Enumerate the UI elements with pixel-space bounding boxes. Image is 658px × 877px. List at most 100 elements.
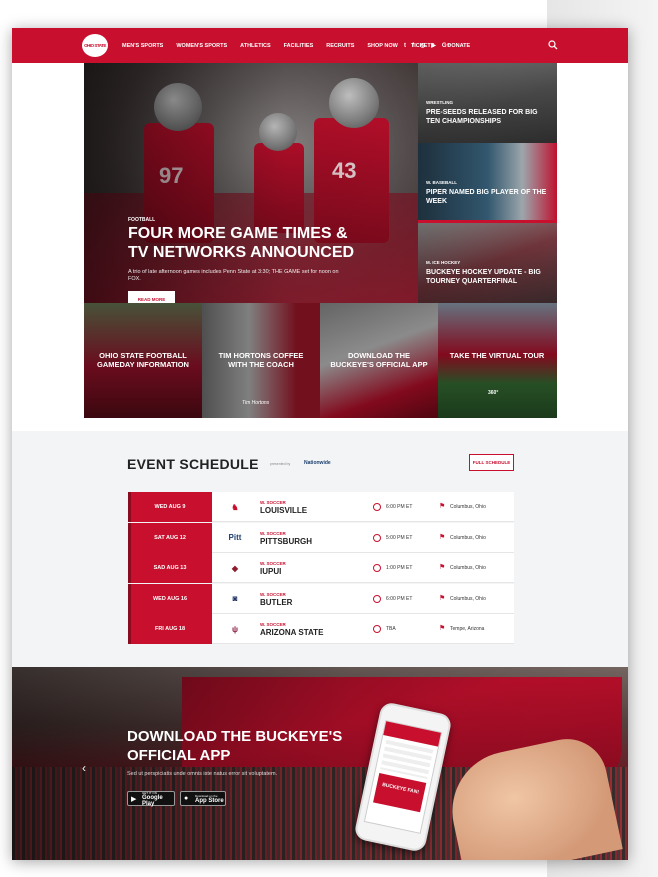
location-flag-icon: ⚑ — [439, 564, 446, 571]
side-story-category: WRESTLING — [426, 100, 453, 105]
nav-donate[interactable]: DONATE — [447, 43, 470, 49]
tile-virtual-tour[interactable]: TAKE THE VIRTUAL TOUR 360° — [438, 303, 557, 418]
ohio-state-logo[interactable]: OHIO STATE — [82, 34, 108, 57]
location-flag-icon: ⚑ — [439, 625, 446, 632]
app-promo-section: DOWNLOAD THE BUCKEYE'S OFFICIAL APP Sed … — [12, 667, 628, 860]
clock-icon — [373, 533, 381, 542]
facebook-icon[interactable]: f — [412, 43, 414, 49]
opponent-logo-icon: ◙ — [232, 594, 238, 603]
nav-womens-sports[interactable]: WOMEN'S SPORTS — [176, 43, 227, 49]
event-location: Columbus, Ohio — [450, 504, 486, 510]
event-sport: W. SOCCER — [260, 561, 286, 566]
event-time: 6:00 PM ET — [386, 504, 413, 510]
google-plus-icon[interactable]: G+ — [442, 43, 450, 49]
promo-title: DOWNLOAD THE BUCKEYE'S OFFICIAL APP — [127, 728, 343, 764]
tile-title: TIM HORTONS COFFEE WITH THE COACH — [218, 351, 304, 369]
event-sport: W. SOCCER — [260, 622, 286, 627]
event-opponent[interactable]: ARIZONA STATE — [260, 628, 323, 637]
event-location: Columbus, Ohio — [450, 595, 486, 602]
tile-title: TAKE THE VIRTUAL TOUR — [449, 351, 545, 360]
event-opponent[interactable]: PITTSBURGH — [260, 537, 312, 546]
side-story-title: PRE-SEEDS RELEASED FOR BIG TEN CHAMPIONS… — [426, 109, 538, 125]
side-story-title: BUCKEYE HOCKEY UPDATE - BIG TOURNEY QUAR… — [426, 269, 541, 285]
event-date: WED AUG 16 — [128, 583, 212, 614]
event-row[interactable]: FRI AUG 18 ψ W. SOCCER ARIZONA STATE TBA ⚑ Tem… — [128, 614, 514, 644]
tim-hortons-logo: Tim Hortons — [242, 400, 270, 406]
nav-recruits[interactable]: RECRUITS — [326, 43, 354, 49]
schedule-title: EVENT SCHEDULE — [127, 456, 259, 472]
event-date: SAT AUG 12 — [128, 522, 212, 553]
360-icon: 360° — [488, 390, 499, 396]
tile-title: OHIO STATE FOOTBALL GAMEDAY INFORMATION — [97, 351, 189, 369]
event-date: WED AUG 9 — [128, 492, 212, 522]
phone-screen: BUCKEYE FAN! — [363, 720, 443, 834]
website-page: OHIO STATE MEN'S SPORTS WOMEN'S SPORTS A… — [12, 28, 628, 860]
app-store-label: App Store — [195, 797, 224, 804]
clock-icon — [373, 503, 381, 511]
side-story-category: W. BASEBALL — [426, 180, 457, 185]
tile-app[interactable]: DOWNLOAD THE BUCKEYE'S OFFICIAL APP — [320, 303, 438, 418]
location-flag-icon: ⚑ — [439, 503, 446, 510]
promo-description: Sed ut perspiciatis unde omnis iste natu… — [127, 771, 278, 777]
nav-mens-sports[interactable]: MEN'S SPORTS — [122, 43, 163, 49]
twitter-icon[interactable]: t — [404, 43, 406, 49]
carousel-prev-arrow[interactable]: ‹ — [82, 761, 86, 775]
google-play-label: Google Play — [142, 794, 163, 807]
event-date: FRI AUG 18 — [128, 614, 212, 644]
event-location: Tempe, Arizona — [450, 626, 485, 632]
search-icon[interactable] — [548, 40, 558, 50]
instagram-icon[interactable]: ◎ — [420, 42, 425, 49]
side-story-hockey[interactable]: M. ICE HOCKEY BUCKEYE HOCKEY UPDATE - BI… — [418, 223, 557, 303]
hero-category: FOOTBALL — [128, 217, 156, 223]
nav-facilities[interactable]: FACILITIES — [284, 43, 314, 49]
nav-shop-now[interactable]: SHOP NOW — [367, 43, 397, 49]
event-row[interactable]: SAT AUG 12 Pitt W. SOCCER PITTSBURGH 5:00 PM… — [128, 522, 514, 553]
opponent-logo-icon: ψ — [231, 624, 239, 634]
event-row[interactable]: SAD AUG 13 ◆ W. SOCCER IUPUI 1:00 PM ET ⚑ Colu… — [128, 553, 514, 583]
app-store-button[interactable]: ● Download on the App Store — [180, 791, 226, 806]
opponent-logo-icon: ◆ — [231, 563, 239, 573]
hero-description: A trio of late afternoon games includes … — [128, 269, 339, 282]
top-nav: OHIO STATE MEN'S SPORTS WOMEN'S SPORTS A… — [12, 28, 628, 63]
event-opponent[interactable]: LOUISVILLE — [260, 506, 307, 515]
social-links: t f ◎ ▶ G+ — [404, 28, 450, 63]
full-schedule-button[interactable]: FULL SCHEDULE — [469, 454, 514, 471]
tile-title: DOWNLOAD THE BUCKEYE'S OFFICIAL APP — [330, 351, 428, 369]
nationwide-logo: Nationwide — [304, 460, 331, 466]
side-story-baseball[interactable]: W. BASEBALL PIPER NAMED BIG PLAYER OF TH… — [418, 143, 557, 223]
event-location: Columbus, Ohio — [450, 565, 486, 571]
read-more-button[interactable]: READ MORE — [128, 291, 175, 303]
opponent-logo-icon: ♞ — [231, 502, 239, 512]
event-sport: W. SOCCER — [260, 530, 286, 536]
location-flag-icon: ⚑ — [439, 594, 446, 602]
event-time: 5:00 PM ET — [386, 534, 413, 541]
side-story-category: M. ICE HOCKEY — [426, 260, 461, 265]
event-location: Columbus, Ohio — [450, 534, 486, 541]
tile-overlay — [438, 303, 557, 418]
event-time: 6:00 PM ET — [386, 595, 413, 602]
side-story-title: PIPER NAMED BIG PLAYER OF THE WEEK — [426, 189, 547, 205]
tile-tim-hortons[interactable]: TIM HORTONS COFFEE WITH THE COACH Tim Ho… — [202, 303, 320, 418]
apple-icon: ● — [184, 795, 189, 802]
event-sport: W. SOCCER — [260, 500, 286, 505]
event-row[interactable]: WED AUG 16 ◙ W. SOCCER BUTLER 6:00 PM ET ⚑ Col… — [128, 583, 514, 614]
event-opponent[interactable]: IUPUI — [260, 567, 281, 576]
side-story-wrestling[interactable]: WRESTLING PRE-SEEDS RELEASED FOR BIG TEN… — [418, 63, 557, 143]
hero-story[interactable]: 97 43 FOOTBALL FOUR MORE GAME TIMES & TV… — [84, 63, 418, 303]
clock-icon — [373, 625, 381, 633]
nav-athletics[interactable]: ATHLETICS — [240, 43, 270, 49]
presented-by-label: presented by — [270, 462, 291, 466]
google-play-button[interactable]: ▶ GET IT ON Google Play — [127, 791, 175, 807]
youtube-icon[interactable]: ▶ — [431, 42, 436, 49]
hero-title[interactable]: FOUR MORE GAME TIMES & TV NETWORKS ANNOU… — [128, 224, 368, 262]
logo-text: OHIO STATE — [84, 43, 106, 48]
tile-gameday[interactable]: OHIO STATE FOOTBALL GAMEDAY INFORMATION — [84, 303, 202, 418]
event-opponent[interactable]: BUTLER — [260, 598, 292, 607]
phone-app-ad: BUCKEYE FAN! — [373, 772, 427, 813]
event-row[interactable]: WED AUG 9 ♞ W. SOCCER LOUISVILLE 6:00 PM ET ⚑… — [128, 492, 514, 522]
event-time: 1:00 PM ET — [386, 565, 413, 571]
location-flag-icon: ⚑ — [439, 533, 446, 541]
phone-app-rows — [380, 739, 434, 780]
event-sport: W. SOCCER — [260, 591, 286, 597]
google-play-icon: ▶ — [131, 796, 137, 803]
